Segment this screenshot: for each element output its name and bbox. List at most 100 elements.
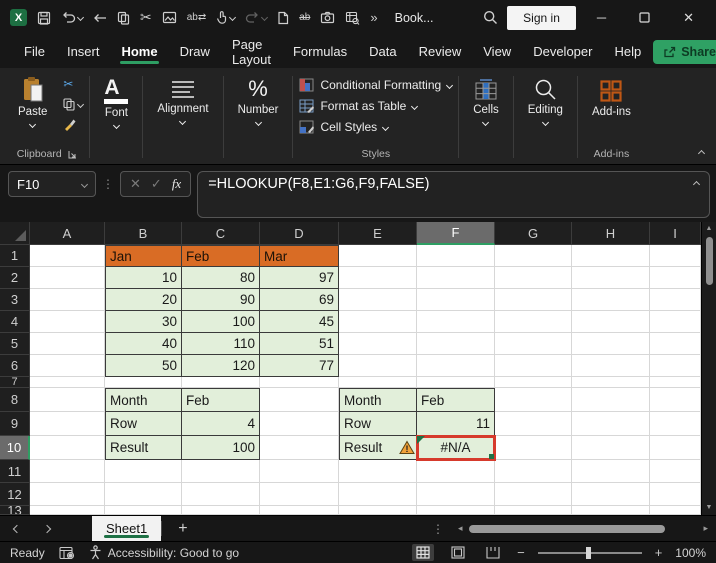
tab-developer[interactable]: Developer [523, 38, 602, 65]
cell[interactable] [572, 311, 650, 333]
cell[interactable] [572, 267, 650, 289]
cell[interactable] [572, 506, 650, 515]
font-button[interactable]: A Font [96, 74, 136, 130]
cell[interactable] [339, 311, 417, 333]
cell-B10[interactable]: Result [105, 436, 182, 460]
cell[interactable] [572, 436, 650, 460]
cell-C2[interactable]: 80 [182, 267, 260, 289]
cell[interactable] [417, 333, 495, 355]
back-arrow-icon[interactable] [93, 12, 107, 24]
tab-help[interactable]: Help [604, 38, 651, 65]
cell-B3[interactable]: 20 [105, 289, 182, 311]
select-all-corner[interactable] [0, 222, 30, 245]
cell-F8[interactable]: Feb [417, 388, 495, 412]
row-header-5[interactable]: 5 [0, 333, 30, 355]
col-header-A[interactable]: A [30, 222, 105, 245]
cell[interactable] [495, 483, 572, 506]
cell-C9[interactable]: 4 [182, 412, 260, 436]
cell[interactable] [339, 289, 417, 311]
col-header-D[interactable]: D [260, 222, 339, 245]
cell-F10-selected[interactable]: #N/A [416, 435, 496, 461]
row-header-6[interactable]: 6 [0, 355, 30, 377]
cell[interactable] [572, 377, 650, 388]
cell-C3[interactable]: 90 [182, 289, 260, 311]
cell-D4[interactable]: 45 [260, 311, 339, 333]
cell[interactable] [417, 377, 495, 388]
col-header-F[interactable]: F [417, 222, 495, 245]
cell-B2[interactable]: 10 [105, 267, 182, 289]
cell-F9[interactable]: 11 [417, 412, 495, 436]
cell[interactable] [339, 506, 417, 515]
addins-button[interactable]: Add-ins [584, 74, 639, 120]
cell[interactable] [182, 460, 260, 483]
tab-formulas[interactable]: Formulas [283, 38, 357, 65]
row-header-4[interactable]: 4 [0, 311, 30, 333]
insert-function-icon[interactable]: fx [172, 176, 181, 192]
cell[interactable] [260, 377, 339, 388]
cell[interactable] [495, 267, 572, 289]
tab-view[interactable]: View [473, 38, 521, 65]
cell[interactable] [30, 506, 105, 515]
cells-button[interactable]: Cells [465, 74, 507, 127]
cell[interactable] [572, 483, 650, 506]
cut-button[interactable]: ✂ [63, 77, 83, 91]
cell-C10[interactable]: 100 [182, 436, 260, 460]
cell-styles-button[interactable]: Cell Styles [299, 120, 390, 134]
cell[interactable] [30, 333, 105, 355]
cell-E9[interactable]: Row [339, 412, 417, 436]
prev-sheet-icon[interactable] [12, 524, 22, 533]
tab-home[interactable]: Home [111, 38, 167, 65]
cell[interactable] [339, 245, 417, 267]
cell-C8[interactable]: Feb [182, 388, 260, 412]
alignment-button[interactable]: Alignment [149, 74, 216, 126]
cell[interactable] [650, 333, 701, 355]
cell[interactable] [30, 483, 105, 506]
cell[interactable] [650, 311, 701, 333]
share-button[interactable]: Share [653, 39, 716, 64]
cell[interactable] [650, 460, 701, 483]
cell[interactable] [260, 483, 339, 506]
cell[interactable] [650, 436, 701, 460]
row-header-2[interactable]: 2 [0, 267, 30, 289]
toolbar-overflow-icon[interactable]: » [370, 10, 377, 25]
new-file-icon[interactable] [277, 11, 289, 25]
row-header-1[interactable]: 1 [0, 245, 30, 267]
cell[interactable] [417, 245, 495, 267]
cell[interactable] [572, 289, 650, 311]
cell-B8[interactable]: Month [105, 388, 182, 412]
editing-button[interactable]: Editing [520, 74, 571, 127]
cell[interactable] [495, 506, 572, 515]
name-box[interactable]: F10 [8, 171, 96, 197]
zoom-slider-thumb[interactable] [585, 546, 591, 559]
camera-icon[interactable] [320, 11, 335, 24]
scroll-down-icon[interactable]: ▼ [706, 504, 713, 512]
cell-E10[interactable]: Result ! [339, 436, 417, 460]
cell[interactable] [417, 483, 495, 506]
undo-icon[interactable] [61, 11, 85, 24]
cell[interactable] [260, 388, 339, 412]
next-sheet-icon[interactable] [42, 524, 52, 533]
cell[interactable] [417, 460, 495, 483]
cell[interactable] [650, 506, 701, 515]
cell[interactable] [105, 460, 182, 483]
copy-button[interactable] [63, 98, 85, 111]
excel-logo-icon[interactable]: X [10, 9, 27, 26]
error-warning-icon[interactable]: ! [399, 440, 415, 455]
cell-C6[interactable]: 120 [182, 355, 260, 377]
cell[interactable] [495, 355, 572, 377]
sheet-options-icon[interactable]: ⋮ [422, 516, 454, 541]
cell[interactable] [650, 355, 701, 377]
row-header-12[interactable]: 12 [0, 483, 30, 506]
cell-B9[interactable]: Row [105, 412, 182, 436]
cell[interactable] [417, 355, 495, 377]
horizontal-scrollbar[interactable]: ◂ ▸ [454, 516, 716, 541]
col-header-H[interactable]: H [572, 222, 650, 245]
col-header-G[interactable]: G [495, 222, 572, 245]
cell[interactable] [105, 377, 182, 388]
paste-button[interactable]: Paste [10, 74, 55, 129]
save-icon[interactable] [37, 11, 51, 25]
redo-icon[interactable] [245, 11, 269, 24]
row-header-3[interactable]: 3 [0, 289, 30, 311]
paste-picture-icon[interactable] [162, 11, 177, 24]
cell[interactable] [495, 333, 572, 355]
